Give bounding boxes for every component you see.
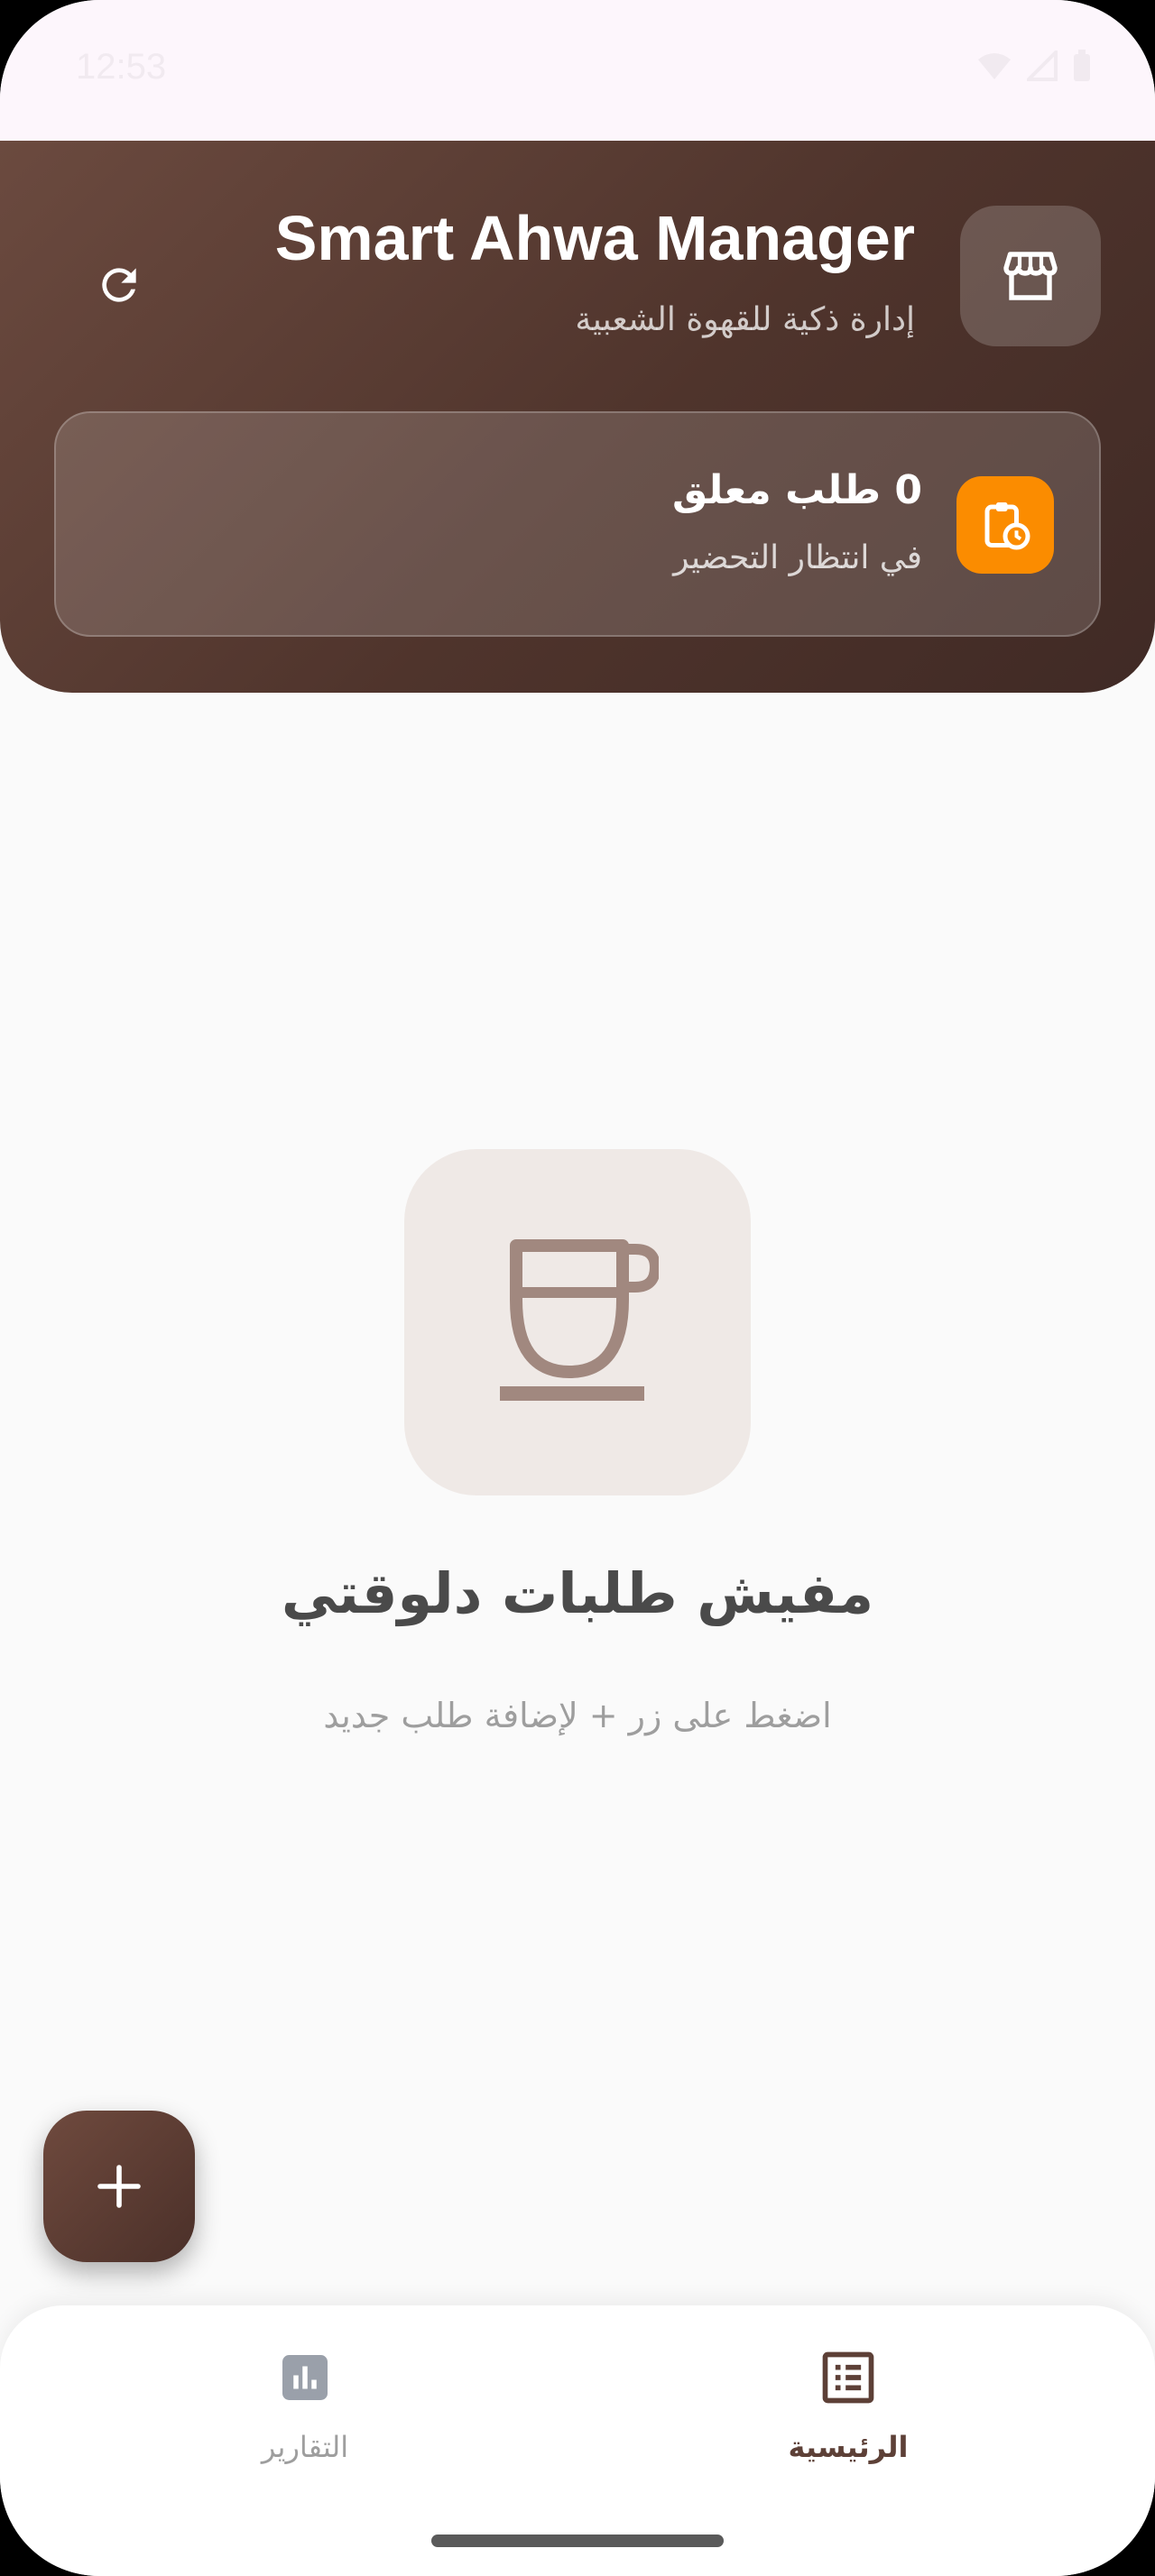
app-screen: 12:53 Smart Ahwa Manager إدارة ذكية للقه… [0,0,1155,2576]
pending-label: في انتظار التحضير [673,539,922,576]
status-bar: 12:53 [0,0,1155,141]
nav-item-reports[interactable]: التقارير [170,2341,440,2464]
nav-label-home: الرئيسية [788,2430,909,2464]
empty-state-icon-box [404,1149,751,1495]
signal-icon [1027,51,1058,81]
pending-clipboard-icon [984,502,1030,550]
reports-chart-icon [282,2355,328,2400]
pending-icon-box [956,476,1054,574]
refresh-button[interactable] [83,249,155,321]
empty-state-subtitle: اضغط على زر + لإضافة طلب جديد [323,1696,832,1735]
status-icons [976,49,1092,83]
pending-count: 0 طلب معلق [672,467,922,513]
add-order-button[interactable] [43,2111,195,2262]
nav-item-home[interactable]: الرئيسية [713,2341,984,2464]
app-subtitle: إدارة ذكية للقهوة الشعبية [575,301,915,338]
store-button[interactable] [960,206,1101,346]
nav-label-reports: التقارير [261,2430,349,2464]
wifi-icon [978,53,1011,79]
refresh-icon [102,268,136,302]
store-icon [1003,252,1058,300]
battery-icon [1074,50,1090,81]
coffee-cup-icon [500,1239,659,1401]
status-time: 12:53 [76,47,167,87]
home-indicator[interactable] [431,2535,724,2547]
add-icon [97,2165,141,2208]
pending-orders-card[interactable]: 0 طلب معلق في انتظار التحضير [54,411,1101,637]
home-list-icon [822,2351,874,2404]
app-title: Smart Ahwa Manager [274,203,915,273]
empty-state-title: مفيش طلبات دلوقتي [281,1560,874,1626]
app-header: Smart Ahwa Manager إدارة ذكية للقهوة الش… [0,141,1155,693]
